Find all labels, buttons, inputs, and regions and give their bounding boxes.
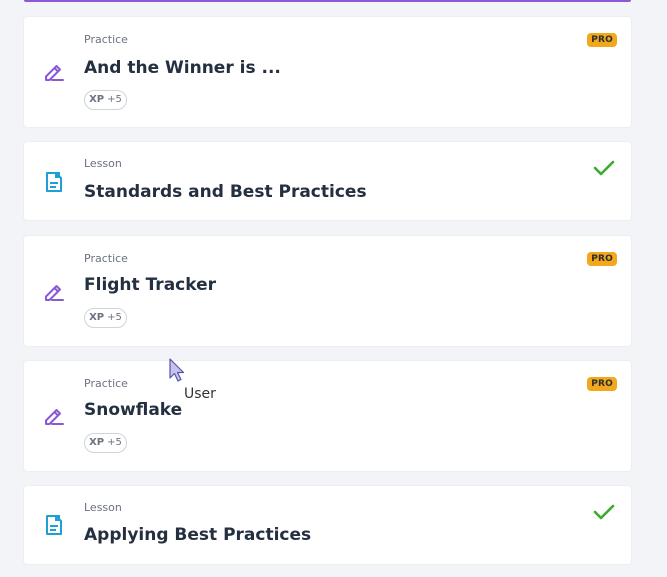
item-title[interactable]: Snowflake [84, 399, 182, 421]
document-icon [42, 513, 66, 537]
xp-badge: XP +5 [84, 433, 127, 453]
practice-card-snowflake[interactable]: Practice Snowflake XP +5 PRO [24, 361, 631, 471]
practice-card-flight-tracker[interactable]: Practice Flight Tracker XP +5 PRO [24, 236, 631, 346]
item-kind: Practice [84, 33, 128, 46]
active-item-border [24, 0, 631, 2]
pro-badge: PRO [587, 377, 617, 391]
cursor-user-label: User [184, 386, 216, 402]
item-kind: Practice [84, 252, 128, 265]
document-icon [42, 170, 66, 194]
check-icon [593, 503, 615, 521]
item-title[interactable]: Flight Tracker [84, 274, 216, 296]
pro-badge: PRO [587, 252, 617, 266]
mouse-cursor-icon [169, 358, 185, 384]
check-icon [593, 159, 615, 177]
pencil-icon [42, 59, 66, 83]
practice-card-and-the-winner-is[interactable]: Practice And the Winner is ... XP +5 PRO [24, 17, 631, 127]
xp-badge: XP +5 [84, 90, 127, 110]
item-title[interactable]: And the Winner is ... [84, 57, 281, 79]
pro-badge: PRO [587, 33, 617, 47]
lesson-card-applying-best-practices[interactable]: Lesson Applying Best Practices [24, 486, 631, 564]
item-kind: Lesson [84, 157, 122, 170]
item-title[interactable]: Applying Best Practices [84, 524, 311, 546]
xp-badge: XP +5 [84, 308, 127, 328]
item-title[interactable]: Standards and Best Practices [84, 181, 367, 203]
lesson-card-standards-and-best-practices[interactable]: Lesson Standards and Best Practices [24, 142, 631, 220]
item-kind: Lesson [84, 501, 122, 514]
item-kind: Practice [84, 377, 128, 390]
pencil-icon [42, 279, 66, 303]
pencil-icon [42, 403, 66, 427]
